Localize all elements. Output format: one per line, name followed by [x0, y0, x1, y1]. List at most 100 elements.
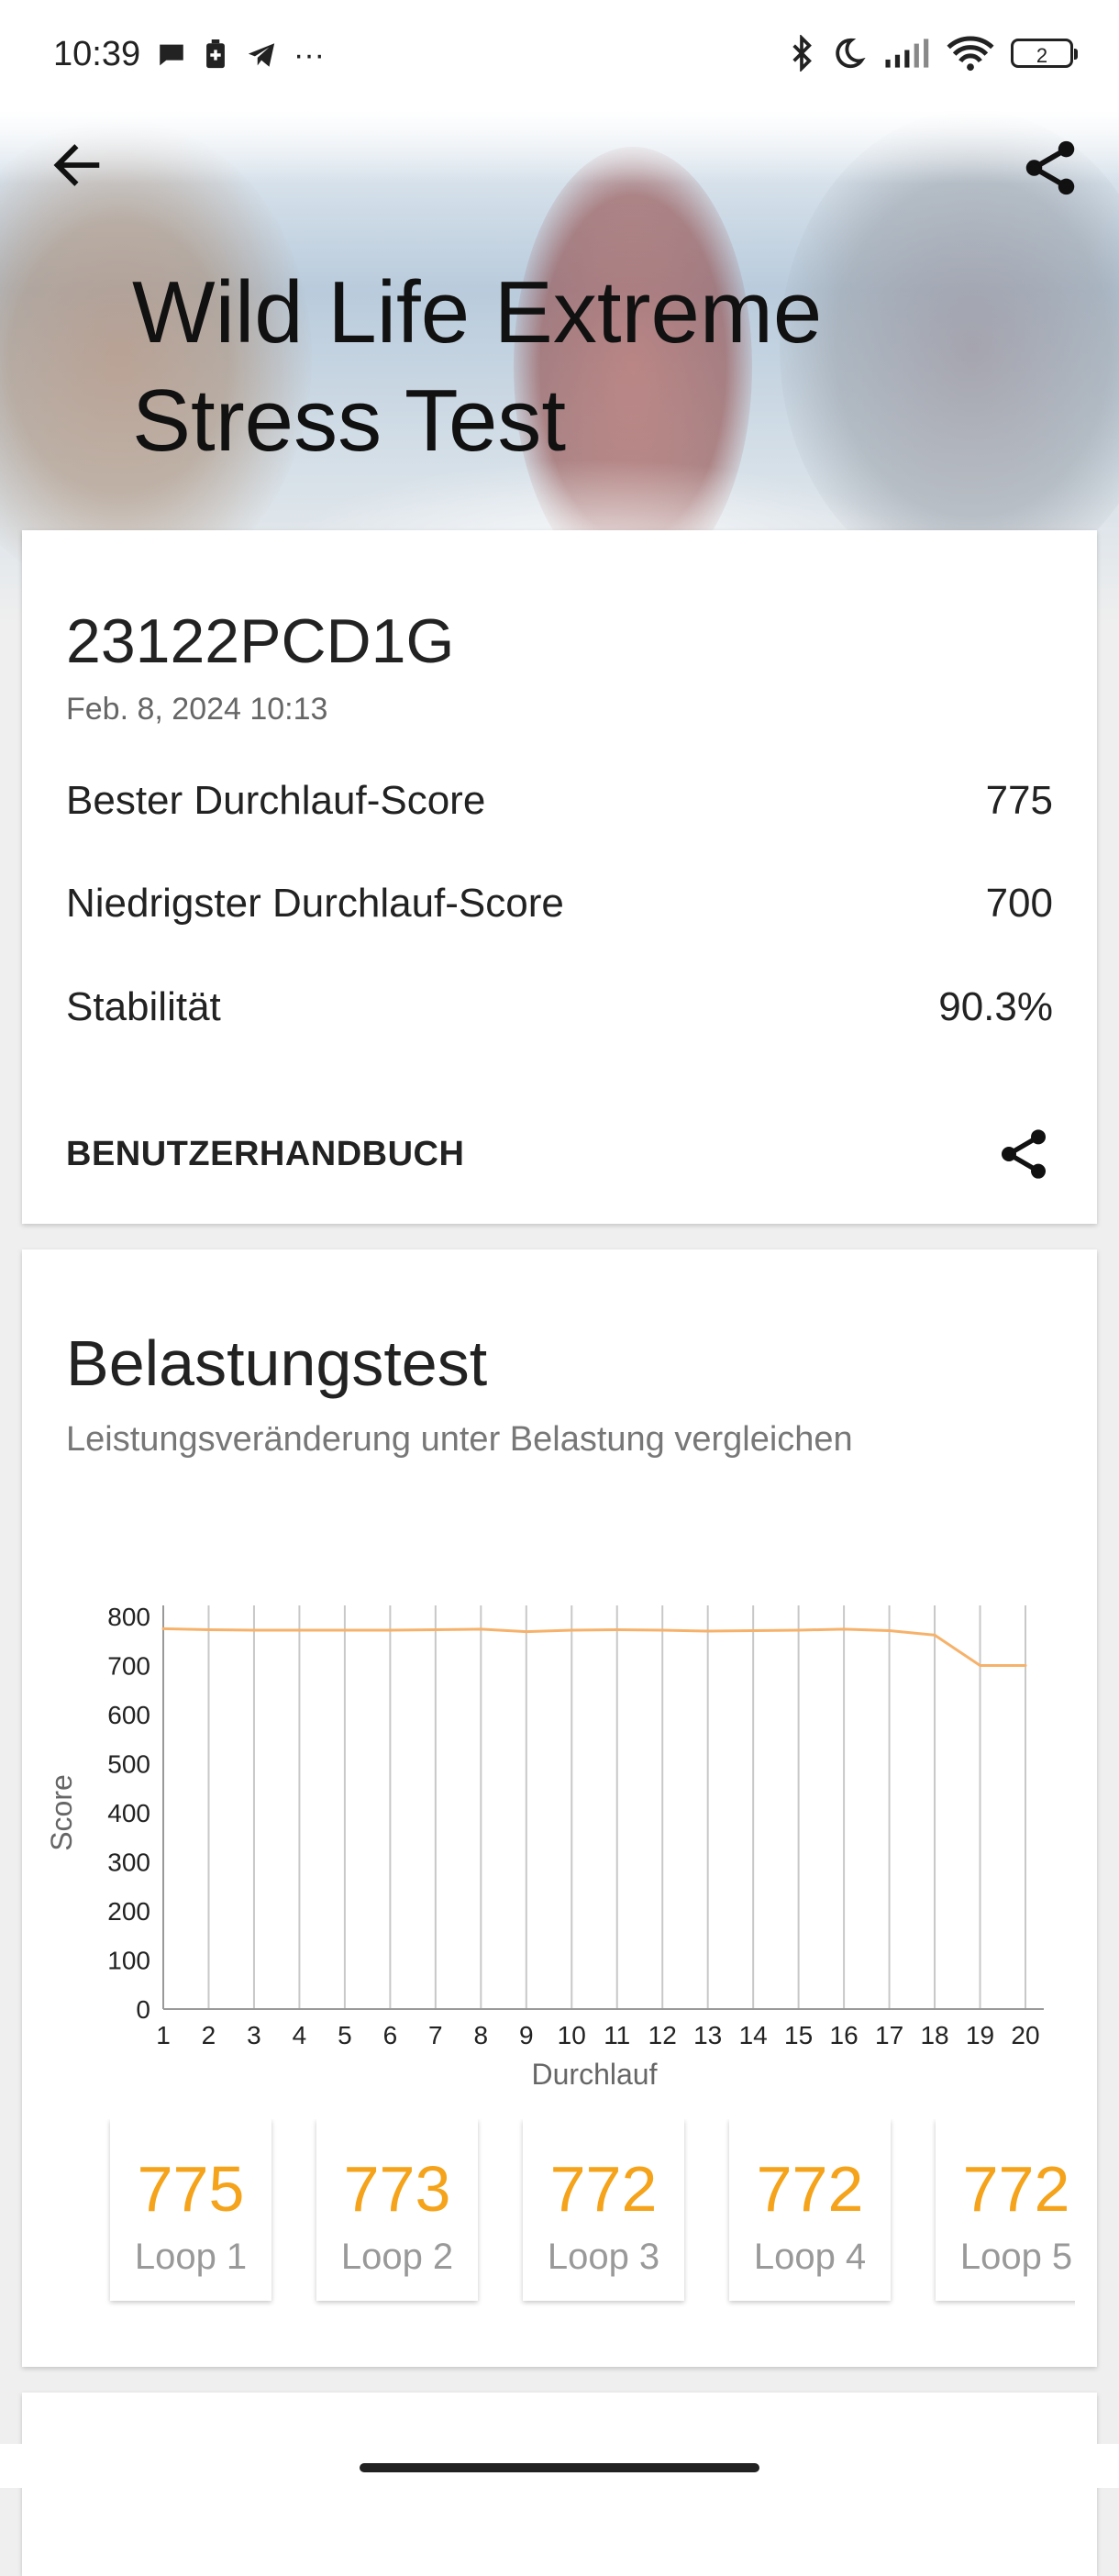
telegram-icon	[248, 43, 275, 67]
stress-line-chart: 01002003004005006007008001 2 3 4 5 6 7 8 9 10 11 12…	[45, 1603, 1044, 2091]
chart-x-tick-label: 13	[693, 2021, 722, 2049]
chart-x-tick-label: 16	[830, 2021, 859, 2049]
chart-data-point	[297, 1628, 301, 1632]
chart-y-axis-label: Score	[45, 1774, 78, 1851]
chart-x-tick-label: 9	[519, 2021, 534, 2049]
chart-x-tick-label: 8	[474, 2021, 489, 2049]
test-date: Feb. 8, 2024 10:13	[66, 692, 328, 727]
chart-x-tick-label: 15	[784, 2021, 813, 2049]
loop-score-tiles[interactable]: 775 Loop 1 773 Loop 2 772 Loop 3 772 Loo…	[88, 2119, 1075, 2312]
best-score-value: 775	[985, 778, 1053, 823]
lowest-score-value: 700	[985, 881, 1053, 926]
chart-x-tick-label: 4	[293, 2021, 307, 2049]
chart-x-tick-label: 19	[966, 2021, 994, 2049]
message-icon	[160, 44, 183, 66]
chart-data-point	[570, 1628, 573, 1632]
chart-x-tick-label: 1	[156, 2021, 171, 2049]
chart-x-tick-label: 11	[604, 2021, 630, 2049]
chart-data-point	[615, 1627, 619, 1631]
page-title-line1: Wild Life Extreme	[132, 263, 823, 361]
loop-tile[interactable]: 772 Loop 5	[936, 2119, 1075, 2301]
chart-data-point	[1024, 1664, 1027, 1667]
chart-y-tick-label: 400	[107, 1799, 150, 1827]
chart-data-point	[343, 1628, 347, 1632]
chart-x-tick-label: 14	[739, 2021, 768, 2049]
share-icon[interactable]	[994, 1125, 1053, 1183]
best-score-label: Bester Durchlauf-Score	[66, 778, 486, 823]
chart-data-point	[434, 1627, 438, 1631]
hero-fade	[0, 110, 1119, 183]
chart-x-tick-label: 12	[648, 2021, 677, 2049]
device-name: 23122PCD1G	[66, 606, 455, 676]
loop-tile[interactable]: 772 Loop 4	[729, 2119, 891, 2301]
status-icons-left: ···	[156, 37, 325, 73]
loop-tile[interactable]: 772 Loop 3	[523, 2119, 684, 2301]
stability-label: Stabilität	[66, 984, 221, 1029]
chart-x-tick-label: 5	[338, 2021, 352, 2049]
chart-x-tick-label: 7	[428, 2021, 443, 2049]
chart-x-axis-label: Durchlauf	[532, 2058, 658, 2091]
chart-data-point	[933, 1633, 936, 1637]
page-title: Wild Life Extreme Stress Test	[132, 259, 958, 475]
status-icons-right: 2	[789, 35, 1078, 72]
loop-tile[interactable]: 773 Loop 2	[316, 2119, 478, 2301]
section-subtitle: Leistungsveränderung unter Belastung ver…	[66, 1420, 853, 1459]
chart-data-point	[660, 1628, 664, 1632]
chart-y-tick-label: 200	[107, 1897, 150, 1926]
loop-tile[interactable]: 775 Loop 1	[110, 2119, 271, 2301]
status-bar: 10:39 ··· 2	[0, 0, 1119, 110]
battery-saver-icon	[206, 39, 225, 69]
wifi-icon	[947, 36, 994, 72]
section-title: Belastungstest	[66, 1327, 488, 1399]
loop-score: 772	[549, 2153, 658, 2225]
chart-data-point	[525, 1630, 528, 1634]
loop-score: 772	[962, 2153, 1070, 2225]
result-card: 23122PCD1G Feb. 8, 2024 10:13 Bester Dur…	[22, 530, 1097, 1224]
back-arrow-icon[interactable]	[48, 136, 106, 194]
more-dots-icon: ···	[294, 38, 325, 72]
battery-icon: 2	[1011, 39, 1078, 68]
home-indicator[interactable]	[360, 2463, 759, 2472]
loop-label: Loop 1	[134, 2237, 248, 2277]
loop-score: 775	[137, 2153, 245, 2225]
chart-y-tick-label: 300	[107, 1849, 150, 1877]
chart-y-tick-label: 0	[136, 1995, 150, 2024]
chart-data-point	[706, 1629, 710, 1633]
chart-data-point	[888, 1629, 892, 1633]
chart-x-tick-label: 6	[383, 2021, 398, 2049]
bluetooth-icon	[792, 35, 812, 72]
signal-icon	[885, 39, 929, 68]
chart-y-tick-label: 800	[107, 1603, 150, 1631]
chart-series-line	[162, 1627, 1025, 1667]
loop-label: Loop 3	[547, 2237, 660, 2277]
stability-row: Stabilität 90.3%	[66, 984, 1053, 1030]
chart-x-tick-label: 10	[558, 2021, 586, 2049]
stress-test-card: Belastungstest Leistungsveränderung unte…	[22, 1249, 1097, 2367]
chart-x-tick-label: 3	[247, 2021, 261, 2049]
chart-data-point	[161, 1627, 165, 1630]
user-manual-link[interactable]: BENUTZERHANDBUCH	[66, 1135, 464, 1174]
chart-x-tick-label: 17	[875, 2021, 903, 2049]
loop-label: Loop 4	[753, 2237, 867, 2277]
chart-data-point	[206, 1627, 210, 1631]
chart-x-tick-label: 18	[920, 2021, 948, 2049]
status-time: 10:39	[53, 35, 141, 73]
moon-icon	[836, 38, 866, 69]
chart-data-point	[797, 1628, 801, 1632]
chart-y-tick-label: 100	[107, 1947, 150, 1975]
user-manual-row[interactable]: BENUTZERHANDBUCH	[66, 1117, 1053, 1191]
chart-data-point	[751, 1629, 755, 1633]
loop-label: Loop 2	[340, 2237, 454, 2277]
lowest-score-row: Niedrigster Durchlauf-Score 700	[66, 881, 1053, 927]
chart-data-point	[979, 1664, 982, 1667]
chart-data-point	[479, 1627, 482, 1631]
chart-y-tick-label: 700	[107, 1652, 150, 1681]
share-icon[interactable]	[1018, 136, 1082, 200]
chart-y-tick-label: 500	[107, 1750, 150, 1779]
chart-data-point	[388, 1628, 392, 1632]
chart-data-point	[252, 1628, 256, 1632]
loop-score: 773	[343, 2153, 451, 2225]
chart-data-point	[842, 1627, 846, 1631]
best-score-row: Bester Durchlauf-Score 775	[66, 778, 1053, 824]
page-title-line2: Stress Test	[132, 372, 567, 470]
